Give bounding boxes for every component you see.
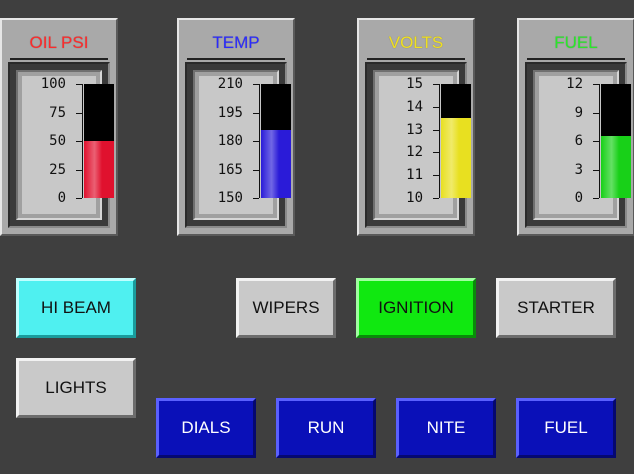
gauge-title-divider	[527, 58, 625, 60]
starter-button[interactable]: STARTER	[496, 278, 616, 338]
gauge-title: TEMP	[212, 33, 260, 52]
gauge-tick-label: 14	[406, 98, 423, 115]
gauge-bar-fill	[261, 130, 291, 198]
gauge-tick-mark	[433, 152, 439, 153]
run-button[interactable]: RUN	[276, 398, 376, 458]
wipers-button[interactable]: WIPERS	[236, 278, 336, 338]
gauge-axis	[259, 84, 260, 198]
ignition-button[interactable]: IGNITION	[356, 278, 476, 338]
gauge-tick-mark	[76, 170, 82, 171]
gauge-tick-label: 180	[217, 133, 243, 149]
gauge-axis	[439, 84, 440, 198]
gauge-bar-fill	[441, 118, 471, 198]
gauge-tick-label: 75	[49, 104, 66, 121]
gauge-bezel: 210 195 180 165 150	[185, 62, 291, 228]
gauge-axis	[82, 84, 83, 198]
temp-gauge: TEMP 210 195 180 165 150	[177, 18, 295, 236]
gauge-tick-mark	[593, 170, 599, 171]
gauge-title-divider	[367, 58, 465, 60]
gauge-bezel: 15 14 13 12 11 10	[365, 62, 471, 228]
gauge-tick-mark	[593, 141, 599, 142]
gauge-bezel: 12 9 6 3 0	[525, 62, 631, 228]
oil-psi-gauge: OIL PSI 100 75 50 25 0	[0, 18, 118, 236]
gauge-bar-track	[441, 84, 471, 198]
gauge-tick-mark	[253, 113, 259, 114]
gauge-tick-mark	[433, 175, 439, 176]
gauge-tick-mark	[593, 113, 599, 114]
gauge-title-divider	[187, 58, 285, 60]
gauge-tick-mark	[253, 198, 259, 199]
gauge-title-divider	[10, 58, 108, 60]
gauge-tick-mark	[433, 107, 439, 108]
volts-gauge: VOLTS 15 14 13 12 11 10	[357, 18, 475, 236]
gauge-tick-label: 150	[217, 190, 243, 206]
dials-button[interactable]: DIALS	[156, 398, 256, 458]
gauge-tick-label: 12	[566, 76, 583, 92]
gauge-tick-label: 195	[217, 104, 243, 121]
gauge-title: VOLTS	[388, 33, 444, 52]
gauge-tick-label: 3	[574, 161, 583, 178]
fuel-gauge: FUEL 12 9 6 3 0	[517, 18, 634, 236]
gauge-tick-mark	[433, 198, 439, 199]
gauge-bezel: 100 75 50 25 0	[8, 62, 114, 228]
gauge-tick-mark	[253, 170, 259, 171]
gauge-tick-label: 100	[40, 76, 66, 92]
gauge-tick-mark	[433, 130, 439, 131]
gauge-tick-label: 0	[57, 190, 66, 206]
gauge-bar-fill	[601, 136, 631, 198]
gauge-bar-track	[601, 84, 631, 198]
gauge-axis	[599, 84, 600, 198]
gauge-tick-label: 9	[574, 104, 583, 121]
nite-button[interactable]: NITE	[396, 398, 496, 458]
hi-beam-button[interactable]: HI BEAM	[16, 278, 136, 338]
gauge-tick-label: 25	[49, 161, 66, 178]
gauge-title: FUEL	[554, 33, 598, 52]
gauge-tick-label: 165	[217, 161, 243, 178]
gauge-bar-fill	[84, 141, 114, 198]
gauge-bar-track	[261, 84, 291, 198]
gauge-tick-label: 210	[217, 76, 243, 92]
fuel-button[interactable]: FUEL	[516, 398, 616, 458]
gauge-tick-mark	[593, 84, 599, 85]
gauge-tick-label: 15	[406, 76, 423, 92]
gauge-title: OIL PSI	[29, 33, 89, 52]
gauge-tick-mark	[253, 84, 259, 85]
gauge-face: 100 75 50 25 0	[22, 76, 114, 214]
gauge-tick-label: 50	[49, 133, 66, 149]
gauge-tick-mark	[253, 141, 259, 142]
gauge-tick-mark	[76, 141, 82, 142]
gauge-tick-label: 6	[574, 133, 583, 149]
gauge-tick-mark	[76, 113, 82, 114]
gauge-face: 15 14 13 12 11 10	[379, 76, 471, 214]
gauge-face: 210 195 180 165 150	[199, 76, 291, 214]
gauge-tick-mark	[76, 198, 82, 199]
gauge-face: 12 9 6 3 0	[539, 76, 631, 214]
gauge-tick-mark	[76, 84, 82, 85]
gauge-tick-mark	[593, 198, 599, 199]
gauge-tick-mark	[433, 84, 439, 85]
gauge-tick-label: 11	[406, 167, 423, 184]
gauge-bar-track	[84, 84, 114, 198]
lights-button[interactable]: LIGHTS	[16, 358, 136, 418]
gauge-tick-label: 10	[406, 190, 423, 206]
gauge-tick-label: 13	[406, 121, 423, 138]
gauge-tick-label: 12	[406, 144, 423, 161]
gauge-tick-label: 0	[574, 190, 583, 206]
